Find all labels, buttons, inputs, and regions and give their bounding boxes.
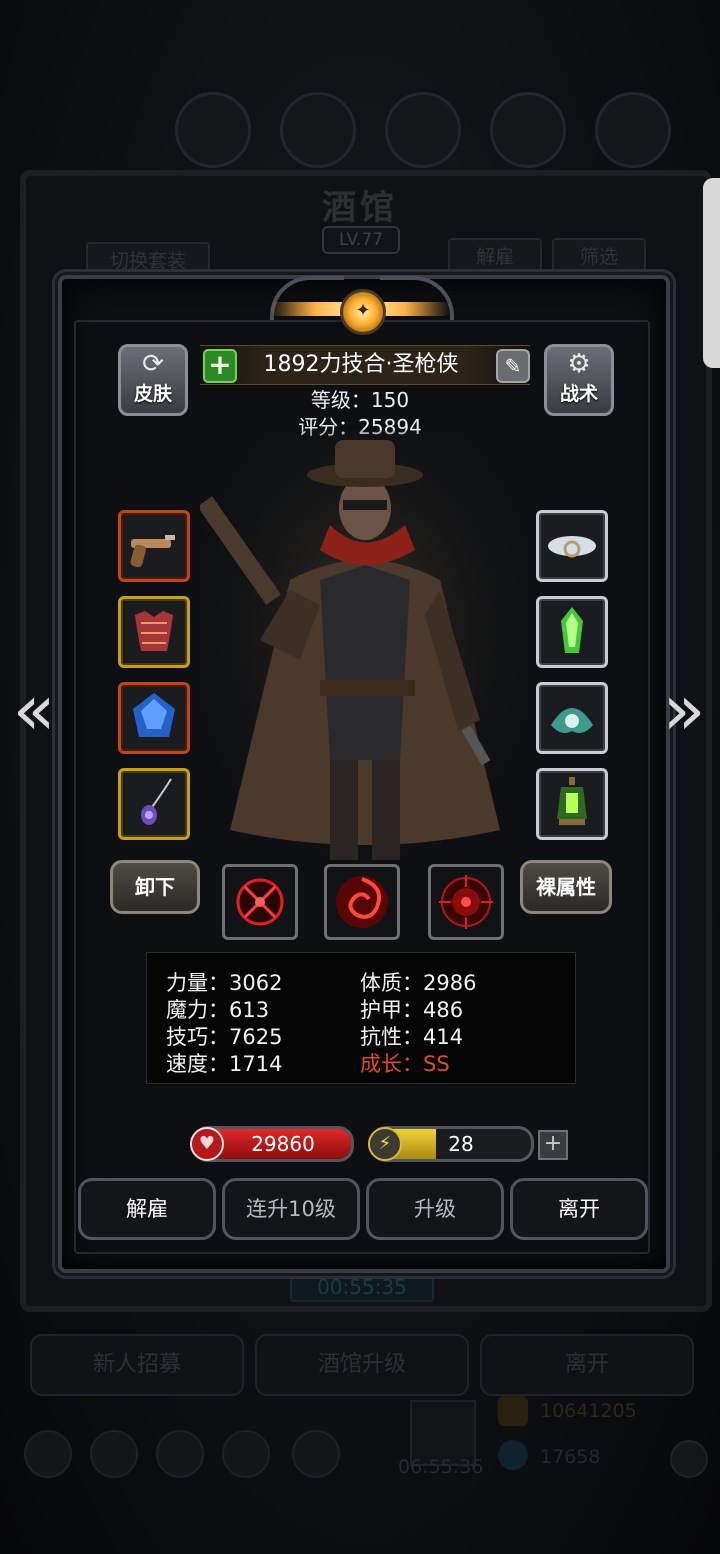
bottom-nav-icon: [156, 1430, 204, 1478]
level-up-button[interactable]: 升级: [366, 1178, 504, 1240]
stat-resistance: 抗性：414: [360, 1025, 464, 1049]
level-up-10-button[interactable]: 连升10级: [222, 1178, 360, 1240]
emblem-icon: ✦: [340, 289, 386, 335]
bg-dismiss-button: 解雇: [448, 238, 542, 276]
edit-name-icon[interactable]: ✎: [496, 349, 530, 383]
stat-growth: 成长：SS: [360, 1052, 450, 1076]
hero-portrait: [200, 430, 530, 870]
skill-slot-2[interactable]: [324, 864, 400, 940]
equip-slot-weapon[interactable]: [118, 510, 190, 582]
lantern-icon: [557, 777, 587, 825]
base-attributes-button[interactable]: 裸属性: [520, 860, 612, 914]
cloud-ring-icon: [548, 536, 596, 558]
plus-icon[interactable]: +: [203, 349, 237, 383]
tavern-upgrade-button: 酒馆升级: [255, 1334, 469, 1396]
hp-value: 29860: [251, 1132, 315, 1156]
top-menu-icon: [385, 92, 461, 168]
tavern-level: LV.77: [322, 226, 400, 254]
lightning-icon: ⚡: [368, 1127, 402, 1161]
tactics-button[interactable]: ⚙ 战术: [544, 344, 614, 416]
top-menu-icon: [175, 92, 251, 168]
green-crystal-icon: [561, 607, 583, 653]
blue-gem-icon: [133, 693, 175, 737]
heart-icon: ♥: [190, 1127, 224, 1161]
bottom-nav-icon: [90, 1430, 138, 1478]
skill-slot-3[interactable]: [428, 864, 504, 940]
equip-slot-crystal[interactable]: [536, 596, 608, 668]
side-drawer-handle[interactable]: [703, 178, 720, 368]
equip-slot-gem[interactable]: [118, 682, 190, 754]
next-hero-arrow-icon[interactable]: »: [660, 672, 708, 748]
bottom-nav-icon: [292, 1430, 340, 1478]
tavern-title: 酒馆: [322, 188, 398, 228]
top-menu-icon: [595, 92, 671, 168]
unequip-button[interactable]: 卸下: [110, 860, 200, 914]
dismiss-button[interactable]: 解雇: [78, 1178, 216, 1240]
bg-leave-button: 离开: [480, 1334, 694, 1396]
bg-filter-button: 筛选: [552, 238, 646, 276]
gear-icon: ⚙: [567, 349, 591, 379]
skin-button[interactable]: ⟳ 皮肤: [118, 344, 188, 416]
gem-amount: 17658: [540, 1446, 601, 1468]
recruit-button: 新人招募: [30, 1334, 244, 1396]
shirt-icon: ⟳: [142, 349, 164, 379]
stat-skill: 技巧：7625: [166, 1025, 283, 1049]
vortex-skill-icon: [336, 876, 388, 928]
gold-icon: [498, 1396, 528, 1426]
equip-slot-armor[interactable]: [118, 596, 190, 668]
energy-value: 28: [448, 1132, 474, 1156]
add-resource-icon: [670, 1440, 708, 1478]
shell-icon: [551, 708, 593, 733]
skill-slot-1[interactable]: [222, 864, 298, 940]
bottom-timer: 06:55:36: [398, 1456, 484, 1478]
equip-slot-lantern[interactable]: [536, 768, 608, 840]
stat-speed: 速度：1714: [166, 1052, 283, 1076]
crosshair-skill-icon: [236, 878, 284, 926]
prev-hero-arrow-icon[interactable]: «: [10, 672, 58, 748]
add-energy-icon[interactable]: +: [538, 1130, 568, 1160]
hero-level: 等级：150: [310, 388, 410, 412]
stat-magic: 魔力：613: [166, 998, 270, 1022]
stat-armor: 护甲：486: [360, 998, 464, 1022]
amulet-icon: [141, 778, 172, 825]
stat-strength: 力量：3062: [166, 971, 283, 995]
equip-slot-amulet[interactable]: [118, 768, 190, 840]
bottom-nav-icon: [222, 1430, 270, 1478]
target-skill-icon: [439, 875, 493, 929]
bg-timer: 00:55:35: [290, 1272, 434, 1302]
skin-label: 皮肤: [133, 383, 172, 405]
bottom-nav-icon: [24, 1430, 72, 1478]
top-menu-icon: [280, 92, 356, 168]
top-menu-icon: [490, 92, 566, 168]
pistol-icon: [130, 535, 175, 568]
gem-icon: [498, 1440, 528, 1470]
stat-constitution: 体质：2986: [360, 971, 477, 995]
leave-button[interactable]: 离开: [510, 1178, 648, 1240]
equip-slot-ring[interactable]: [536, 510, 608, 582]
hero-name: 1892力技合·圣枪侠: [263, 352, 459, 377]
tactics-label: 战术: [559, 383, 598, 405]
equip-slot-shell[interactable]: [536, 682, 608, 754]
gold-amount: 10641205: [540, 1400, 637, 1422]
armor-icon: [135, 611, 173, 651]
